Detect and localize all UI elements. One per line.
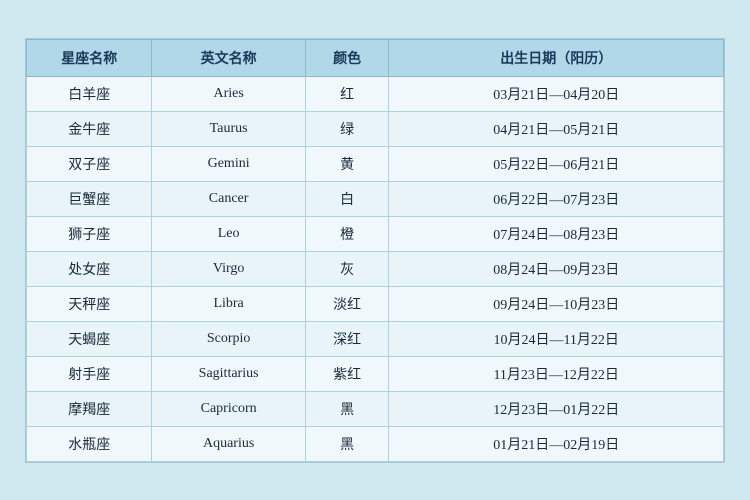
cell-english: Gemini — [152, 146, 305, 181]
cell-date: 03月21日—04月20日 — [389, 76, 724, 111]
cell-color: 黑 — [305, 391, 389, 426]
zodiac-table: 星座名称 英文名称 颜色 出生日期（阳历） 白羊座Aries红03月21日—04… — [26, 39, 724, 462]
cell-color: 灰 — [305, 251, 389, 286]
cell-color: 黄 — [305, 146, 389, 181]
cell-color: 紫红 — [305, 356, 389, 391]
cell-color: 淡红 — [305, 286, 389, 321]
cell-date: 04月21日—05月21日 — [389, 111, 724, 146]
cell-date: 11月23日—12月22日 — [389, 356, 724, 391]
table-row: 水瓶座Aquarius黑01月21日—02月19日 — [27, 426, 724, 461]
header-date: 出生日期（阳历） — [389, 39, 724, 76]
cell-english: Aries — [152, 76, 305, 111]
cell-chinese: 射手座 — [27, 356, 152, 391]
cell-chinese: 天蝎座 — [27, 321, 152, 356]
table-row: 天秤座Libra淡红09月24日—10月23日 — [27, 286, 724, 321]
cell-english: Capricorn — [152, 391, 305, 426]
cell-english: Sagittarius — [152, 356, 305, 391]
cell-english: Leo — [152, 216, 305, 251]
header-english: 英文名称 — [152, 39, 305, 76]
cell-english: Scorpio — [152, 321, 305, 356]
cell-date: 06月22日—07月23日 — [389, 181, 724, 216]
cell-date: 05月22日—06月21日 — [389, 146, 724, 181]
cell-date: 09月24日—10月23日 — [389, 286, 724, 321]
cell-date: 07月24日—08月23日 — [389, 216, 724, 251]
cell-english: Virgo — [152, 251, 305, 286]
cell-chinese: 白羊座 — [27, 76, 152, 111]
cell-date: 08月24日—09月23日 — [389, 251, 724, 286]
cell-date: 01月21日—02月19日 — [389, 426, 724, 461]
table-row: 摩羯座Capricorn黑12月23日—01月22日 — [27, 391, 724, 426]
cell-chinese: 狮子座 — [27, 216, 152, 251]
table-row: 处女座Virgo灰08月24日—09月23日 — [27, 251, 724, 286]
cell-color: 黑 — [305, 426, 389, 461]
cell-english: Libra — [152, 286, 305, 321]
header-chinese: 星座名称 — [27, 39, 152, 76]
cell-color: 深红 — [305, 321, 389, 356]
cell-chinese: 水瓶座 — [27, 426, 152, 461]
zodiac-table-container: 星座名称 英文名称 颜色 出生日期（阳历） 白羊座Aries红03月21日—04… — [25, 38, 725, 463]
table-row: 天蝎座Scorpio深红10月24日—11月22日 — [27, 321, 724, 356]
cell-color: 绿 — [305, 111, 389, 146]
cell-english: Taurus — [152, 111, 305, 146]
cell-chinese: 金牛座 — [27, 111, 152, 146]
table-header-row: 星座名称 英文名称 颜色 出生日期（阳历） — [27, 39, 724, 76]
cell-chinese: 处女座 — [27, 251, 152, 286]
cell-chinese: 巨蟹座 — [27, 181, 152, 216]
cell-english: Aquarius — [152, 426, 305, 461]
cell-color: 白 — [305, 181, 389, 216]
table-row: 狮子座Leo橙07月24日—08月23日 — [27, 216, 724, 251]
cell-chinese: 摩羯座 — [27, 391, 152, 426]
table-row: 金牛座Taurus绿04月21日—05月21日 — [27, 111, 724, 146]
cell-color: 橙 — [305, 216, 389, 251]
cell-chinese: 天秤座 — [27, 286, 152, 321]
cell-date: 10月24日—11月22日 — [389, 321, 724, 356]
table-row: 巨蟹座Cancer白06月22日—07月23日 — [27, 181, 724, 216]
header-color: 颜色 — [305, 39, 389, 76]
table-row: 白羊座Aries红03月21日—04月20日 — [27, 76, 724, 111]
table-row: 射手座Sagittarius紫红11月23日—12月22日 — [27, 356, 724, 391]
cell-chinese: 双子座 — [27, 146, 152, 181]
cell-date: 12月23日—01月22日 — [389, 391, 724, 426]
cell-color: 红 — [305, 76, 389, 111]
cell-english: Cancer — [152, 181, 305, 216]
table-row: 双子座Gemini黄05月22日—06月21日 — [27, 146, 724, 181]
